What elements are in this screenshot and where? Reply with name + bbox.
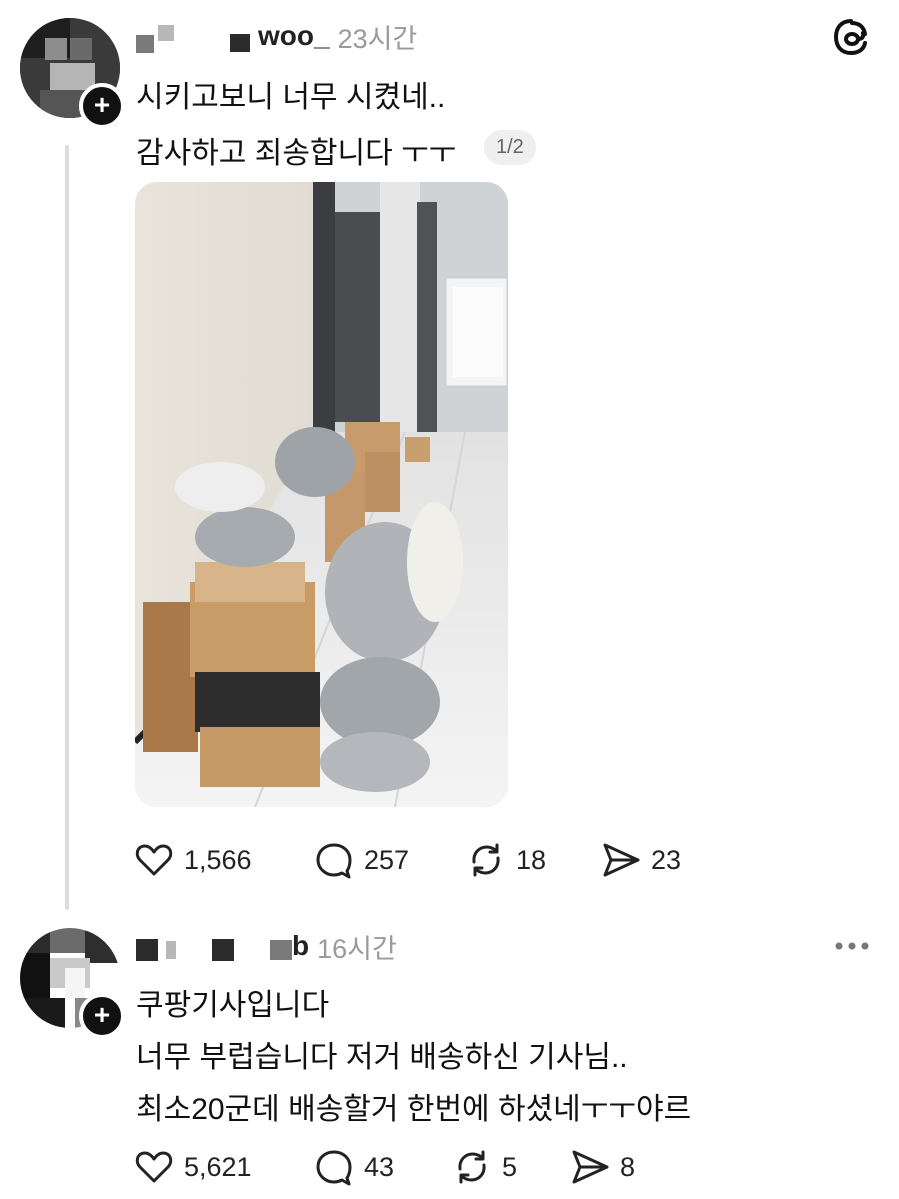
carousel-page-indicator: 1/2 (484, 130, 536, 165)
heart-icon (135, 1151, 173, 1183)
reply-actions: 5,621 43 5 8 (134, 1145, 670, 1189)
like-count: 5,621 (184, 1151, 252, 1182)
username-redaction (270, 940, 292, 960)
post-text-line-1: 시키고보니 너무 시켰네.. (136, 81, 446, 114)
thread-connector-line (65, 145, 69, 910)
username-redaction (158, 25, 174, 41)
heart-icon (135, 844, 173, 876)
share-button[interactable]: 8 (570, 1147, 670, 1187)
more-options-icon[interactable] (834, 938, 870, 956)
repost-button[interactable]: 18 (466, 840, 601, 880)
username-redaction (212, 939, 234, 961)
post-actions: 1,566 257 18 23 (134, 838, 711, 882)
reply-time: 16시간 (317, 933, 397, 964)
comment-button[interactable]: 43 (314, 1147, 452, 1187)
repost-icon (458, 1150, 486, 1184)
comment-button[interactable]: 257 (314, 840, 466, 880)
comment-icon (316, 1150, 352, 1186)
comment-count: 257 (364, 844, 410, 875)
follow-plus-button[interactable]: + (79, 83, 125, 129)
like-button[interactable]: 5,621 (134, 1147, 314, 1187)
comment-icon (316, 843, 352, 879)
post-text-line-2: 감사하고 죄송합니다 ㅜㅜ (136, 137, 457, 170)
username-redaction (166, 941, 176, 959)
reply-text-line-2: 너무 부럽습니다 저거 배송하신 기사님.. (136, 1041, 628, 1074)
repost-count: 5 (502, 1151, 518, 1182)
repost-button[interactable]: 5 (452, 1147, 570, 1187)
threads-logo-icon[interactable] (832, 18, 870, 61)
username-redaction (136, 35, 154, 53)
reply-text-line-3: 최소20군데 배송할거 한번에 하셨네ㅜㅜ야르 (136, 1093, 692, 1126)
post-username[interactable]: ᴡᴏᴏ_ 23시간 (136, 16, 417, 56)
username-redaction (230, 34, 250, 52)
username-text: b (292, 930, 310, 961)
comment-count: 43 (364, 1151, 395, 1182)
reply-text-line-1: 쿠팡기사입니다 (136, 989, 330, 1022)
share-button[interactable]: 23 (601, 840, 711, 880)
username-text: ᴡᴏᴏ_ (258, 20, 330, 51)
share-count: 23 (651, 844, 682, 875)
share-count: 8 (620, 1151, 636, 1182)
post-photo[interactable] (135, 182, 508, 807)
like-button[interactable]: 1,566 (134, 840, 314, 880)
username-redaction (136, 939, 158, 961)
reply-username[interactable]: b 16시간 (136, 926, 397, 966)
repost-count: 18 (516, 844, 547, 875)
repost-icon (472, 843, 500, 877)
follow-plus-button[interactable]: + (79, 993, 125, 1039)
post-time: 23시간 (337, 23, 418, 54)
like-count: 1,566 (184, 844, 252, 875)
send-icon (572, 1150, 609, 1184)
send-icon (603, 843, 640, 877)
